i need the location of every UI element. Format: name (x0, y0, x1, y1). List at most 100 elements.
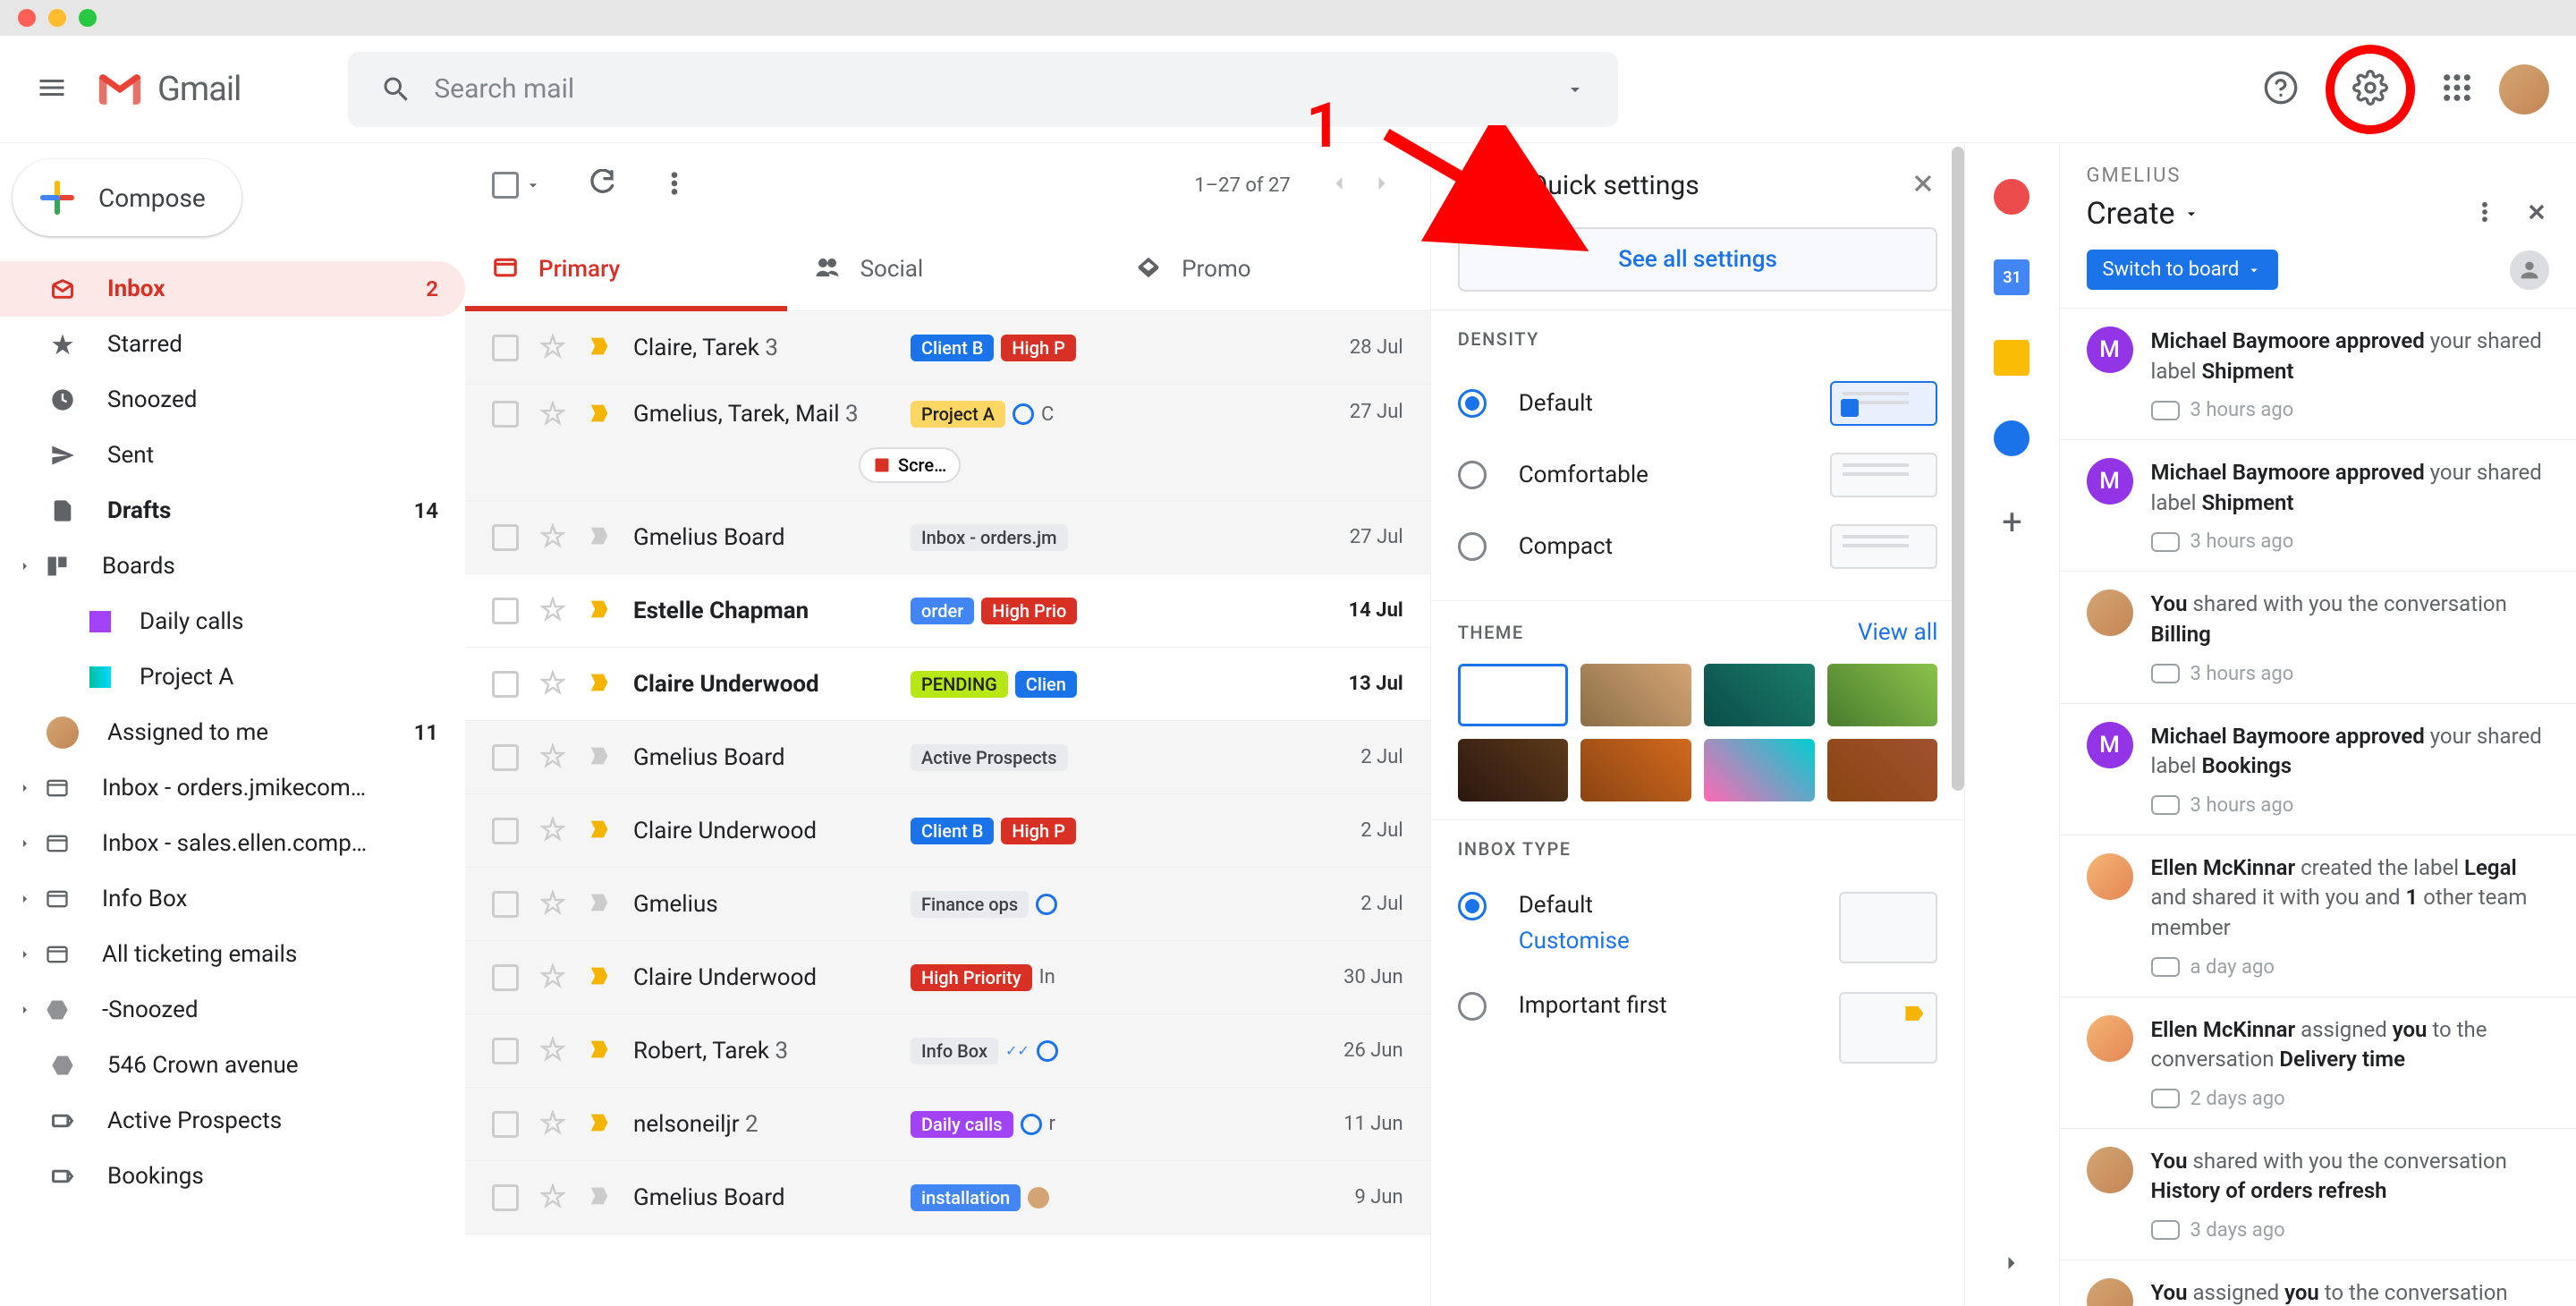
sidebar-item-boards[interactable]: Boards (0, 539, 465, 594)
important-marker[interactable] (587, 597, 612, 625)
add-sidepanel-button[interactable]: + (2002, 501, 2022, 543)
star-button[interactable] (540, 743, 565, 772)
email-checkbox[interactable] (492, 891, 519, 918)
more-options-button[interactable] (660, 169, 689, 201)
density-option-compact[interactable]: Compact (1458, 511, 1938, 582)
email-checkbox[interactable] (492, 335, 519, 361)
gmelius-feed-item[interactable]: Ellen McKinnar created the label Legal a… (2060, 835, 2576, 997)
important-marker[interactable] (587, 743, 612, 772)
theme-thumb[interactable] (1458, 739, 1569, 801)
sidebar-item-546-crown-avenue[interactable]: 546 Crown avenue (0, 1038, 465, 1093)
theme-thumb[interactable] (1704, 664, 1815, 726)
expand-sidepanel-button[interactable] (1999, 1251, 2024, 1279)
tab-primary[interactable]: Primary (465, 227, 787, 310)
gmelius-feed-item[interactable]: You assigned you to the conversation (2060, 1260, 2576, 1306)
email-row[interactable]: Claire, Tarek 3Client BHigh P28 Jul (465, 311, 1430, 385)
density-option-default[interactable]: Default (1458, 368, 1938, 439)
star-button[interactable] (540, 670, 565, 699)
important-marker[interactable] (587, 1183, 612, 1212)
refresh-button[interactable] (587, 169, 615, 201)
main-menu-button[interactable] (36, 72, 68, 107)
email-checkbox[interactable] (492, 744, 519, 771)
important-marker[interactable] (587, 963, 612, 992)
email-checkbox[interactable] (492, 818, 519, 844)
gmelius-feed-item[interactable]: MMichael Baymoore approved your shared l… (2060, 704, 2576, 835)
sidebar-item-active-prospects[interactable]: Active Prospects (0, 1093, 465, 1149)
important-marker[interactable] (587, 817, 612, 845)
sidebar-item-assigned-to-me[interactable]: Assigned to me11 (0, 705, 465, 760)
radio-button[interactable] (1458, 461, 1487, 489)
radio-button[interactable] (1458, 992, 1487, 1021)
keep-sidepanel-icon[interactable] (1994, 340, 2029, 376)
star-button[interactable] (540, 334, 565, 362)
gmelius-feed-item[interactable]: MMichael Baymoore approved your shared l… (2060, 309, 2576, 440)
sidebar-item-drafts[interactable]: Drafts14 (0, 483, 465, 539)
radio-button[interactable] (1458, 389, 1487, 418)
theme-thumb[interactable] (1827, 664, 1938, 726)
email-row[interactable]: Claire UnderwoodClient BHigh P2 Jul (465, 794, 1430, 868)
sidebar-item-project-a[interactable]: Project A (0, 649, 465, 705)
mac-maximize-button[interactable] (79, 9, 97, 27)
theme-thumb[interactable] (1704, 739, 1815, 801)
sidebar-item-daily-calls[interactable]: Daily calls (0, 594, 465, 649)
inbox-type-option-important-first[interactable]: Important first (1458, 978, 1938, 1078)
email-row[interactable]: Gmelius BoardActive Prospects2 Jul (465, 721, 1430, 794)
star-button[interactable] (540, 597, 565, 625)
important-marker[interactable] (587, 1037, 612, 1065)
star-button[interactable] (540, 1110, 565, 1139)
quick-settings-close-button[interactable] (1909, 169, 1937, 201)
inbox-type-option-default[interactable]: DefaultCustomise (1458, 878, 1938, 978)
theme-thumb-default[interactable] (1458, 664, 1569, 726)
email-checkbox[interactable] (492, 1038, 519, 1064)
radio-button[interactable] (1458, 892, 1487, 920)
star-button[interactable] (540, 1037, 565, 1065)
important-marker[interactable] (587, 890, 612, 919)
important-marker[interactable] (587, 670, 612, 699)
sidebar-item-sent[interactable]: Sent (0, 428, 465, 483)
gmelius-feed-item[interactable]: You shared with you the conversation His… (2060, 1129, 2576, 1260)
email-row[interactable]: nelsoneiljr 2Daily callsr11 Jun (465, 1088, 1430, 1161)
tab-social[interactable]: Social (787, 227, 1109, 310)
email-checkbox[interactable] (492, 964, 519, 991)
theme-thumb[interactable] (1580, 664, 1691, 726)
mac-close-button[interactable] (18, 9, 36, 27)
apps-grid-button[interactable] (2442, 72, 2472, 106)
email-row[interactable]: Estelle ChapmanorderHigh Prio14 Jul (465, 574, 1430, 648)
email-row[interactable]: Robert, Tarek 3Info Box✓✓26 Jun (465, 1014, 1430, 1088)
sidebar-item-info-box[interactable]: Info Box (0, 871, 465, 927)
important-marker[interactable] (587, 523, 612, 552)
star-button[interactable] (540, 890, 565, 919)
email-checkbox[interactable] (492, 524, 519, 551)
sidebar-item-inbox[interactable]: Inbox2 (0, 261, 465, 317)
email-row[interactable]: Gmelius BoardInbox - orders.jm27 Jul (465, 501, 1430, 574)
important-marker[interactable] (587, 1110, 612, 1139)
gmelius-feed-item[interactable]: You shared with you the conversation Bil… (2060, 572, 2576, 703)
sidebar-item-snoozed[interactable]: Snoozed (0, 372, 465, 428)
gmelius-create-dropdown[interactable]: Create (2087, 196, 2200, 232)
select-all-dropdown[interactable] (492, 172, 542, 199)
email-checkbox[interactable] (492, 598, 519, 624)
theme-view-all-link[interactable]: View all (1858, 619, 1937, 646)
inbox-type-customise-link[interactable]: Customise (1519, 928, 1840, 954)
search-options-dropdown[interactable] (1564, 79, 1586, 100)
quick-settings-scrollbar[interactable] (1952, 147, 1964, 791)
email-checkbox[interactable] (492, 671, 519, 698)
search-bar[interactable] (348, 52, 1618, 127)
email-row[interactable]: Gmelius, Tarek, Mail 3Project ACScre…27 … (465, 385, 1430, 501)
gmelius-feed-item[interactable]: Ellen McKinnar assigned you to the conve… (2060, 997, 2576, 1129)
sidebar-item-starred[interactable]: Starred (0, 317, 465, 372)
email-checkbox[interactable] (492, 401, 519, 428)
help-button[interactable] (2263, 70, 2299, 109)
sidebar-item-inbox-orders-jmikecom-[interactable]: Inbox - orders.jmikecom… (0, 760, 465, 816)
search-input[interactable] (434, 73, 1564, 105)
gmelius-feed-item[interactable]: MMichael Baymoore approved your shared l… (2060, 440, 2576, 572)
prev-page-button[interactable] (1326, 171, 1352, 199)
switch-to-board-button[interactable]: Switch to board (2087, 250, 2279, 290)
gmelius-close-button[interactable] (2524, 199, 2549, 228)
theme-thumb[interactable] (1580, 739, 1691, 801)
account-avatar[interactable] (2499, 64, 2549, 114)
star-button[interactable] (540, 523, 565, 552)
gmelius-more-button[interactable] (2472, 199, 2497, 228)
star-button[interactable] (540, 817, 565, 845)
gmelius-user-avatar[interactable] (2510, 250, 2549, 290)
